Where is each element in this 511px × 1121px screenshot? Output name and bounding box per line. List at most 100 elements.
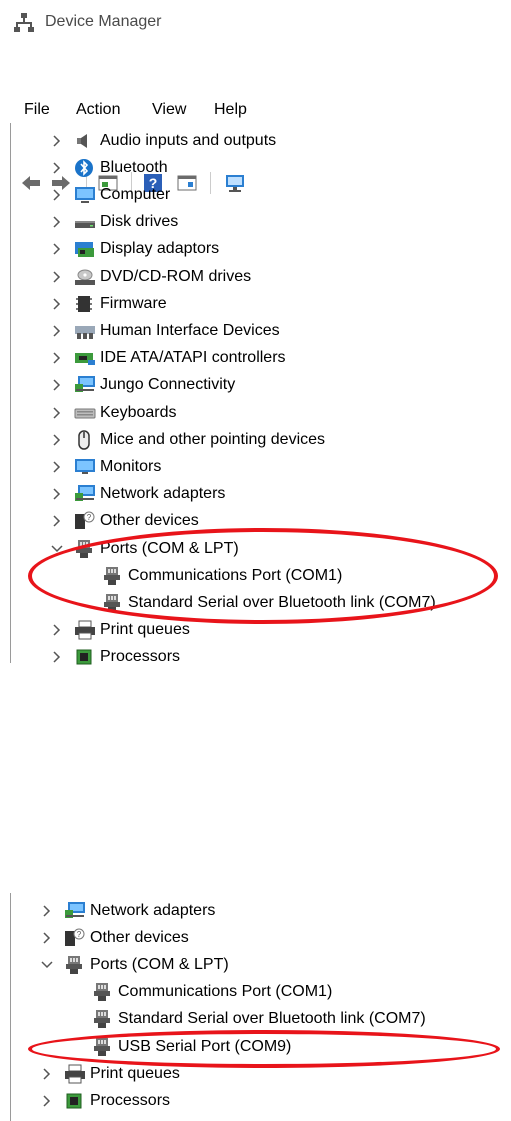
tree-category-ports-com-lpt[interactable]: Ports (COM & LPT) <box>40 951 229 978</box>
highlight-oval-usb-serial <box>28 1030 500 1068</box>
title-bar: Device Manager <box>0 0 511 44</box>
chevron-right-icon[interactable] <box>50 161 64 175</box>
ide-controller-icon <box>74 348 95 368</box>
chevron-right-icon[interactable] <box>50 297 64 311</box>
chevron-right-icon[interactable] <box>50 650 64 664</box>
tree-category-audio-inputs-and-outputs[interactable]: Audio inputs and outputs <box>50 127 276 154</box>
mouse-icon <box>74 429 94 450</box>
chevron-right-icon[interactable] <box>50 242 64 256</box>
port-icon <box>92 982 112 1002</box>
chevron-right-icon[interactable] <box>50 188 64 202</box>
chevron-right-icon[interactable] <box>40 904 54 918</box>
chevron-right-icon[interactable] <box>50 324 64 338</box>
tree-category-human-interface-devices[interactable]: Human Interface Devices <box>50 317 280 344</box>
tree-category-network-adapters[interactable]: Network adapters <box>50 481 225 508</box>
chevron-right-icon[interactable] <box>40 1067 54 1081</box>
printer-icon <box>64 1064 85 1084</box>
toolbar-separator <box>210 172 211 194</box>
printer-icon <box>74 620 95 640</box>
tree-category-monitors[interactable]: Monitors <box>50 453 161 480</box>
network-icon <box>74 484 95 504</box>
tree-item-label: Standard Serial over Bluetooth link (COM… <box>118 1010 426 1028</box>
tree-item-label: Bluetooth <box>100 158 168 176</box>
keyboard-icon <box>74 403 96 423</box>
update-driver-icon[interactable] <box>176 172 198 194</box>
tree-item-label: Processors <box>90 1091 171 1109</box>
tree-item-label: Jungo Connectivity <box>100 376 236 394</box>
tree-item-label: Audio inputs and outputs <box>100 131 277 149</box>
tree-item-label: Other devices <box>90 928 189 946</box>
chevron-right-icon[interactable] <box>50 433 64 447</box>
menu-bar: File Action View Help <box>0 48 511 118</box>
tree-category-mice-and-other-pointing-devices[interactable]: Mice and other pointing devices <box>50 426 325 453</box>
firmware-icon <box>74 294 94 314</box>
processor-icon <box>64 1091 84 1111</box>
unknown-device-icon: ? <box>64 928 85 948</box>
tree-item-label: Network adapters <box>100 485 226 503</box>
tree-category-processors[interactable]: Processors <box>40 1087 170 1114</box>
window-title: Device Manager <box>45 13 162 30</box>
tree-left-border <box>10 893 11 1121</box>
bluetooth-icon <box>74 158 94 178</box>
speaker-icon <box>74 131 94 151</box>
chevron-right-icon[interactable] <box>50 514 64 528</box>
port-icon <box>64 955 84 975</box>
tree-category-print-queues[interactable]: Print queues <box>50 617 190 644</box>
toolbar: ? <box>0 84 511 194</box>
chevron-right-icon[interactable] <box>50 215 64 229</box>
tree-child-communications-port-com1[interactable]: Communications Port (COM1) <box>92 979 332 1006</box>
tree-left-border <box>10 123 11 663</box>
chevron-right-icon[interactable] <box>50 270 64 284</box>
disk-drive-icon <box>74 212 95 232</box>
port-icon <box>92 1009 112 1029</box>
network-icon <box>74 375 95 395</box>
tree-category-display-adaptors[interactable]: Display adaptors <box>50 236 219 263</box>
chevron-right-icon[interactable] <box>50 487 64 501</box>
tree-item-label: Mice and other pointing devices <box>100 430 326 448</box>
chevron-right-icon[interactable] <box>50 134 64 148</box>
chevron-right-icon[interactable] <box>50 378 64 392</box>
tree-category-keyboards[interactable]: Keyboards <box>50 399 177 426</box>
tree-item-label: Print queues <box>90 1064 180 1082</box>
monitor-icon <box>74 457 95 477</box>
device-manager-icon <box>13 11 35 33</box>
tree-category-network-adapters[interactable]: Network adapters <box>40 897 215 924</box>
tree-category-processors[interactable]: Processors <box>50 644 180 671</box>
dvd-drive-icon <box>74 267 95 287</box>
tree-item-label: Monitors <box>100 457 162 475</box>
chevron-down-icon[interactable] <box>40 958 54 972</box>
tree-category-other-devices[interactable]: ? Other devices <box>40 924 189 951</box>
chevron-right-icon[interactable] <box>50 623 64 637</box>
tree-category-disk-drives[interactable]: Disk drives <box>50 209 178 236</box>
display-adapter-icon <box>74 239 94 259</box>
tree-category-computer[interactable]: Computer <box>50 181 170 208</box>
tree-item-label: Print queues <box>100 621 190 639</box>
tree-category-ide-ata-atapi-controllers[interactable]: IDE ATA/ATAPI controllers <box>50 345 286 372</box>
tree-item-label: DVD/CD-ROM drives <box>100 267 252 285</box>
chevron-right-icon[interactable] <box>50 351 64 365</box>
tree-category-dvd-cd-rom-drives[interactable]: DVD/CD-ROM drives <box>50 263 251 290</box>
chevron-right-icon[interactable] <box>40 931 54 945</box>
chevron-right-icon[interactable] <box>50 460 64 474</box>
tree-item-label: Human Interface Devices <box>100 321 280 339</box>
svg-text:?: ? <box>77 930 82 939</box>
chevron-right-icon[interactable] <box>40 1094 54 1108</box>
scan-hardware-icon[interactable] <box>224 172 246 194</box>
tree-child-standard-serial-over-bluetooth-link-com7[interactable]: Standard Serial over Bluetooth link (COM… <box>92 1006 426 1033</box>
tree-category-jungo-connectivity[interactable]: Jungo Connectivity <box>50 372 235 399</box>
tree-item-label: Firmware <box>100 294 167 312</box>
tree-item-label: Other devices <box>100 512 199 530</box>
tree-item-label: Keyboards <box>100 403 177 421</box>
computer-icon <box>74 185 95 205</box>
back-arrow-icon[interactable] <box>20 172 42 194</box>
unknown-device-icon: ? <box>74 511 95 531</box>
tree-item-label: Disk drives <box>100 213 179 231</box>
tree-item-label: Network adapters <box>90 901 216 919</box>
tree-item-label: Ports (COM & LPT) <box>90 955 229 973</box>
hid-icon <box>74 321 95 341</box>
highlight-oval-ports <box>28 528 498 624</box>
chevron-right-icon[interactable] <box>50 406 64 420</box>
tree-item-label: Communications Port (COM1) <box>118 983 333 1001</box>
tree-category-firmware[interactable]: Firmware <box>50 290 167 317</box>
tree-category-bluetooth[interactable]: Bluetooth <box>50 154 168 181</box>
